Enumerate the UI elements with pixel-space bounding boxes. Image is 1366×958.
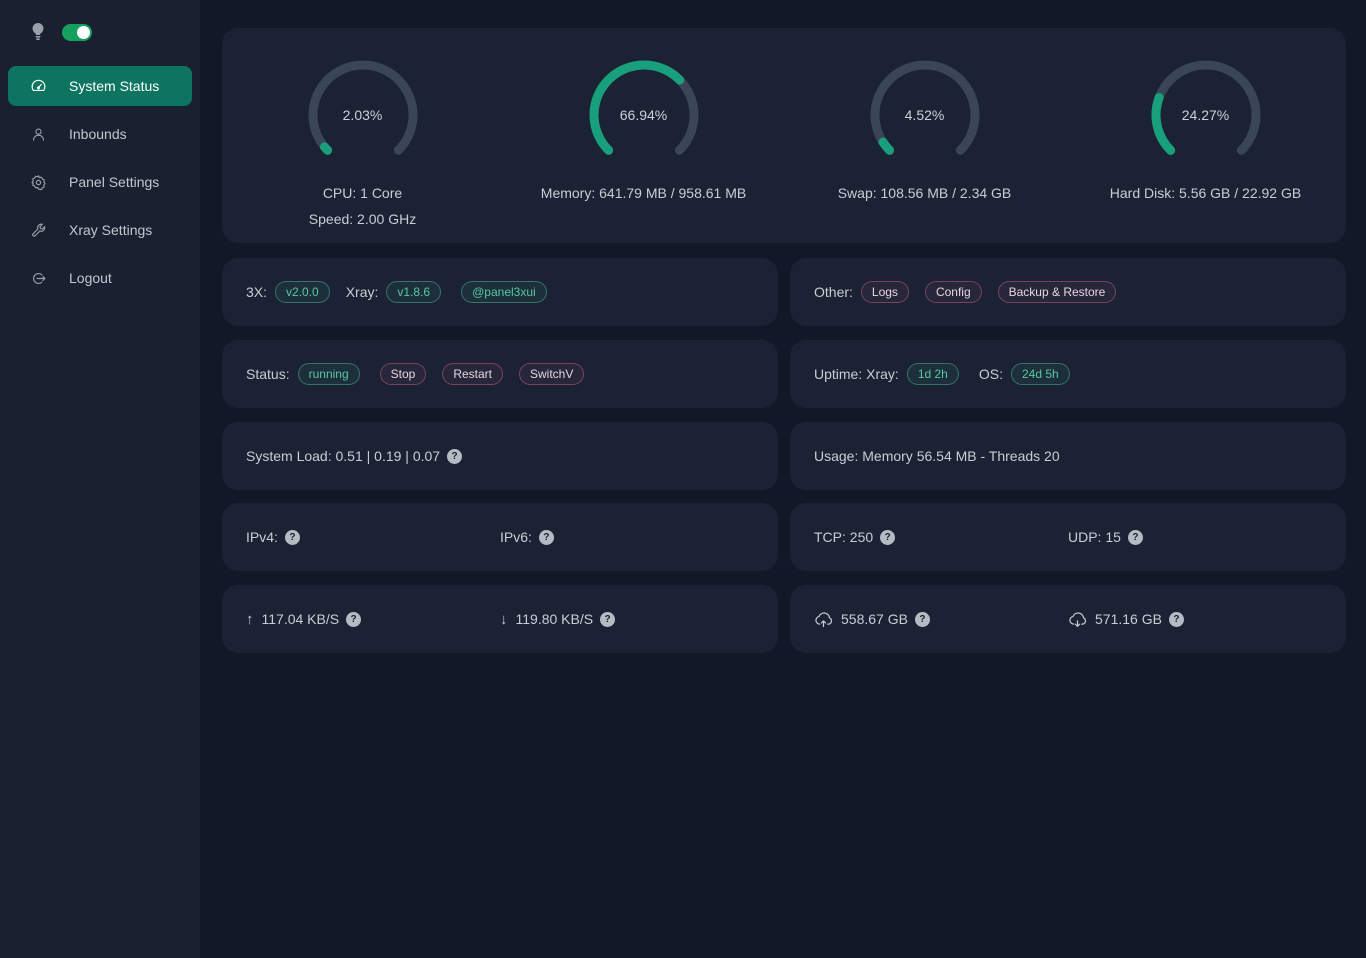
memory-percent: 66.94%	[584, 55, 704, 175]
sidebar-item-inbounds[interactable]: Inbounds	[8, 114, 192, 154]
connections-card: TCP: 250 ? UDP: 15 ?	[790, 503, 1346, 571]
ipv4-block: IPv4: ?	[246, 529, 500, 545]
download-speed-help-icon[interactable]: ?	[600, 612, 615, 627]
tag-3x-version[interactable]: v2.0.0	[275, 281, 330, 303]
label-os: OS:	[979, 366, 1003, 382]
dark-mode-toggle[interactable]	[62, 24, 92, 41]
total-download-help-icon[interactable]: ?	[1169, 612, 1184, 627]
sidebar-item-label: Xray Settings	[69, 222, 152, 238]
label-uptime-xray: Uptime: Xray:	[814, 366, 899, 382]
ipv6-block: IPv6: ?	[500, 529, 754, 545]
tag-xray-version[interactable]: v1.8.6	[386, 281, 441, 303]
arrow-up-icon: ↑	[246, 611, 254, 628]
xray-status-card: Status: running Stop Restart SwitchV	[222, 340, 778, 408]
sidebar-item-label: Logout	[69, 270, 112, 286]
xray-uptime-badge: 1d 2h	[907, 363, 959, 385]
label-3x: 3X:	[246, 284, 267, 300]
tcp-count-text: TCP: 250	[814, 529, 873, 545]
udp-help-icon[interactable]: ?	[1128, 530, 1143, 545]
stop-button[interactable]: Stop	[380, 363, 427, 385]
dashboard-icon	[30, 78, 47, 95]
swap-percent: 4.52%	[865, 55, 985, 175]
sidebar-item-system-status[interactable]: System Status	[8, 66, 192, 106]
cloud-upload-icon	[814, 611, 833, 628]
upload-speed-help-icon[interactable]: ?	[346, 612, 361, 627]
ipv6-label: IPv6:	[500, 529, 532, 545]
config-button[interactable]: Config	[925, 281, 982, 303]
swap-label: Swap: 108.56 MB / 2.34 GB	[838, 183, 1012, 204]
gauge-swap: 4.52% Swap: 108.56 MB / 2.34 GB	[784, 55, 1065, 243]
uptime-card: Uptime: Xray: 1d 2h OS: 24d 5h	[790, 340, 1346, 408]
backup-restore-button[interactable]: Backup & Restore	[998, 281, 1117, 303]
memory-label: Memory: 641.79 MB / 958.61 MB	[541, 183, 746, 204]
logs-button[interactable]: Logs	[861, 281, 909, 303]
restart-button[interactable]: Restart	[442, 363, 503, 385]
cpu-speed-label: Speed: 2.00 GHz	[309, 209, 416, 230]
sidebar-item-logout[interactable]: Logout	[8, 258, 192, 298]
gauge-memory: 66.94% Memory: 641.79 MB / 958.61 MB	[503, 55, 784, 243]
ipv6-help-icon[interactable]: ?	[539, 530, 554, 545]
arrow-down-icon: ↓	[500, 611, 508, 628]
sidebar-item-label: System Status	[69, 78, 159, 94]
ipv4-label: IPv4:	[246, 529, 278, 545]
total-download-text: 571.16 GB	[1095, 611, 1162, 627]
toggle-knob	[77, 26, 90, 39]
total-upload-block: 558.67 GB ?	[814, 611, 1068, 628]
tcp-help-icon[interactable]: ?	[880, 530, 895, 545]
upload-speed-block: ↑ 117.04 KB/S ?	[246, 611, 500, 628]
os-uptime-badge: 24d 5h	[1011, 363, 1070, 385]
udp-block: UDP: 15 ?	[1068, 529, 1322, 545]
sidebar-menu: System Status Inbounds Panel Settings Xr…	[0, 66, 200, 298]
download-speed-block: ↓ 119.80 KB/S ?	[500, 611, 754, 628]
disk-label: Hard Disk: 5.56 GB / 22.92 GB	[1110, 183, 1301, 204]
status-badge: running	[298, 363, 360, 385]
sidebar-item-xray-settings[interactable]: Xray Settings	[8, 210, 192, 250]
label-status: Status:	[246, 366, 290, 382]
sidebar: System Status Inbounds Panel Settings Xr…	[0, 0, 200, 958]
user-icon	[30, 126, 47, 143]
system-load-text: System Load: 0.51 | 0.19 | 0.07	[246, 448, 440, 464]
logout-icon	[30, 270, 47, 287]
version-card: 3X: v2.0.0 Xray: v1.8.6 @panel3xui	[222, 258, 778, 326]
total-upload-help-icon[interactable]: ?	[915, 612, 930, 627]
switch-version-button[interactable]: SwitchV	[519, 363, 584, 385]
network-speed-card: ↑ 117.04 KB/S ? ↓ 119.80 KB/S ?	[222, 585, 778, 653]
download-speed-text: 119.80 KB/S	[516, 611, 594, 627]
sidebar-item-label: Panel Settings	[69, 174, 159, 190]
gear-icon	[30, 174, 47, 191]
system-load-card: System Load: 0.51 | 0.19 | 0.07 ?	[222, 422, 778, 490]
cpu-label: CPU: 1 Core	[323, 183, 402, 204]
tag-telegram-channel[interactable]: @panel3xui	[461, 281, 547, 303]
udp-count-text: UDP: 15	[1068, 529, 1121, 545]
system-gauges-card: 2.03% CPU: 1 Core Speed: 2.00 GHz 66.94%…	[222, 28, 1346, 243]
total-traffic-card: 558.67 GB ? 571.16 GB ?	[790, 585, 1346, 653]
label-xray: Xray:	[346, 284, 379, 300]
gauge-cpu: 2.03% CPU: 1 Core Speed: 2.00 GHz	[222, 55, 503, 243]
ip-card: IPv4: ? IPv6: ?	[222, 503, 778, 571]
label-other: Other:	[814, 284, 853, 300]
cloud-download-icon	[1068, 611, 1087, 628]
tcp-block: TCP: 250 ?	[814, 529, 1068, 545]
system-load-help-icon[interactable]: ?	[447, 449, 462, 464]
total-upload-text: 558.67 GB	[841, 611, 908, 627]
lightbulb-icon	[30, 22, 46, 42]
total-download-block: 571.16 GB ?	[1068, 611, 1322, 628]
theme-row	[0, 0, 200, 56]
other-card: Other: Logs Config Backup & Restore	[790, 258, 1346, 326]
usage-text: Usage: Memory 56.54 MB - Threads 20	[814, 448, 1060, 464]
ipv4-help-icon[interactable]: ?	[285, 530, 300, 545]
wrench-icon	[30, 222, 47, 239]
sidebar-item-panel-settings[interactable]: Panel Settings	[8, 162, 192, 202]
sidebar-item-label: Inbounds	[69, 126, 127, 142]
disk-percent: 24.27%	[1146, 55, 1266, 175]
upload-speed-text: 117.04 KB/S	[262, 611, 340, 627]
cpu-percent: 2.03%	[303, 55, 423, 175]
usage-card: Usage: Memory 56.54 MB - Threads 20	[790, 422, 1346, 490]
gauge-disk: 24.27% Hard Disk: 5.56 GB / 22.92 GB	[1065, 55, 1346, 243]
